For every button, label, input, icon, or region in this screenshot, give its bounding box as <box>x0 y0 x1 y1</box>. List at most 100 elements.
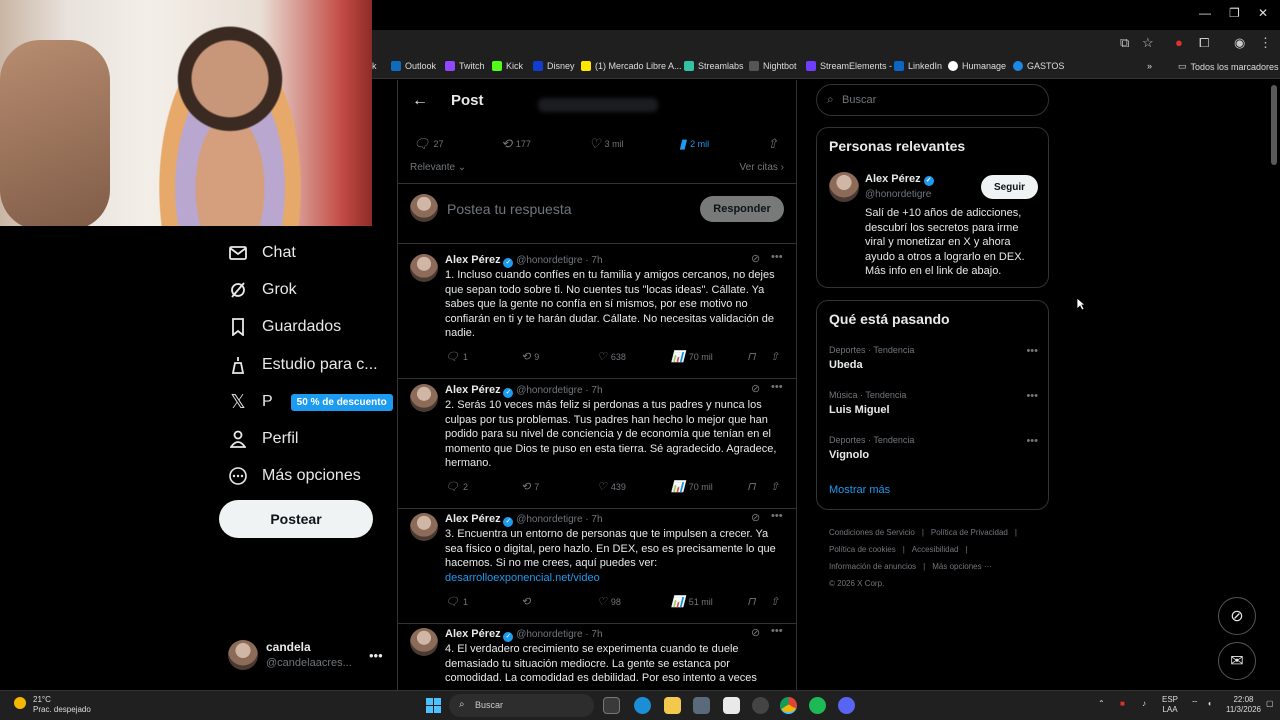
footer-link[interactable]: Condiciones de Servicio <box>829 524 915 541</box>
obs-icon[interactable] <box>752 697 769 714</box>
footer-link[interactable]: Más opciones ··· <box>932 558 992 575</box>
volume-icon[interactable]: ◖ <box>1207 699 1212 709</box>
bookmark-icon[interactable]: ⊓ <box>747 350 756 363</box>
bookmark-mercadolibre[interactable]: (1) Mercado Libre A... <box>581 61 682 71</box>
bookmark-kick[interactable]: Kick <box>492 61 523 71</box>
views-action[interactable]: 📊 70 mil <box>671 350 713 363</box>
grok-icon[interactable]: ⊘ <box>751 511 760 524</box>
bookmark-icon[interactable]: ⊓ <box>747 595 756 608</box>
trend-item[interactable]: Deportes · Tendencia Ubeda ••• <box>829 345 1038 371</box>
nav-more[interactable]: Más opciones <box>228 466 361 486</box>
like-count[interactable]: ♡ 3 mil <box>589 136 624 152</box>
minimize-icon[interactable]: — <box>1199 6 1211 20</box>
reply-action[interactable]: 🗨 2 <box>445 480 468 493</box>
maximize-icon[interactable]: ❐ <box>1229 6 1240 20</box>
nav-profile[interactable]: Perfil <box>228 429 298 449</box>
nav-bookmarks[interactable]: Guardados <box>228 317 341 337</box>
views-action[interactable]: 📊 70 mil <box>671 480 713 493</box>
sort-dropdown[interactable]: Relevante ⌄ <box>410 162 466 173</box>
edge-icon[interactable] <box>634 697 651 714</box>
search-input[interactable]: ⌕ Buscar <box>816 84 1049 116</box>
footer-link[interactable]: Política de cookies <box>829 541 896 558</box>
nav-studio[interactable]: Estudio para c... <box>228 355 378 375</box>
puzzle-icon[interactable]: ⧠ <box>1199 35 1209 51</box>
more-horizontal-icon[interactable]: ••• <box>1026 435 1038 447</box>
menu-icon[interactable]: ⋮ <box>1259 35 1272 51</box>
repost-action[interactable]: ⟲ 7 <box>521 480 539 493</box>
grok-icon[interactable]: ⊘ <box>751 382 760 395</box>
like-action[interactable]: ♡ 638 <box>597 350 626 363</box>
windows-start-icon[interactable] <box>426 698 441 713</box>
like-action[interactable]: ♡ 98 <box>597 595 621 608</box>
more-horizontal-icon[interactable]: ••• <box>1026 390 1038 402</box>
star-icon[interactable]: ☆ <box>1142 35 1154 51</box>
bookmark-streamlabs[interactable]: Streamlabs <box>684 61 744 71</box>
profile-icon[interactable]: ◉ <box>1234 35 1245 51</box>
share-icon[interactable]: ⇧ <box>770 480 779 493</box>
chevron-up-icon[interactable]: ⌃ <box>1098 699 1105 709</box>
more-horizontal-icon[interactable]: ••• <box>369 648 383 663</box>
close-icon[interactable]: ✕ <box>1258 6 1268 20</box>
reply-action[interactable]: 🗨 1 <box>445 350 468 363</box>
more-horizontal-icon[interactable]: ••• <box>771 251 783 263</box>
share-icon[interactable]: ⇧ <box>770 595 779 608</box>
notification-icon[interactable]: ▢ <box>1266 699 1274 709</box>
bookmark-streamelements[interactable]: StreamElements - <box>806 61 892 71</box>
follow-button[interactable]: Seguir <box>981 175 1038 199</box>
wifi-icon[interactable]: ⌔ <box>1191 699 1199 709</box>
extension-icon[interactable]: ● <box>1175 35 1183 50</box>
repost-action[interactable]: ⟲ 9 <box>521 350 539 363</box>
more-horizontal-icon[interactable]: ••• <box>771 625 783 637</box>
repost-action[interactable]: ⟲ <box>521 595 534 608</box>
bookmark-icon[interactable]: ⊓ <box>747 480 756 493</box>
post-button[interactable]: Postear <box>219 500 373 538</box>
clock[interactable]: 22:08 11/3/2026 <box>1226 695 1261 715</box>
account-switcher[interactable]: candela @candelaacres... ••• <box>228 640 388 680</box>
nav-grok[interactable]: Grok <box>228 280 297 300</box>
trend-item[interactable]: Música · Tendencia Luis Miguel ••• <box>829 390 1038 416</box>
discord-icon[interactable] <box>838 697 855 714</box>
grok-icon[interactable]: ⊘ <box>751 252 760 265</box>
footer-link[interactable]: Información de anuncios <box>829 558 916 575</box>
grok-icon[interactable]: ⊘ <box>751 626 760 639</box>
calculator-icon[interactable] <box>693 697 710 714</box>
grok-float-button[interactable]: ⊘ <box>1218 597 1256 635</box>
all-bookmarks[interactable]: ▭ Todos los marcadores <box>1178 61 1279 72</box>
like-action[interactable]: ♡ 439 <box>597 480 626 493</box>
share-icon[interactable]: ⇧ <box>767 136 778 152</box>
reply-button[interactable]: Responder <box>700 196 784 222</box>
repost-count[interactable]: ⟲ 177 <box>501 136 531 152</box>
microphone-icon[interactable]: ♪ <box>1142 699 1146 709</box>
bookmark[interactable]: k <box>372 61 377 71</box>
bookmark-humanage[interactable]: Humanage <box>948 61 1006 71</box>
file-explorer-icon[interactable] <box>664 697 681 714</box>
taskbar-search[interactable]: ⌕ Buscar <box>449 694 594 717</box>
tray-app-icon[interactable]: ■ <box>1120 699 1125 709</box>
footer-link[interactable]: Accesibilidad <box>912 541 959 558</box>
task-view-icon[interactable] <box>603 697 620 714</box>
more-horizontal-icon[interactable]: ••• <box>771 510 783 522</box>
bookmark-gastos[interactable]: GASTOS <box>1013 61 1064 71</box>
bookmark-nightbot[interactable]: Nightbot <box>749 61 797 71</box>
bookmark-linkedin[interactable]: LinkedIn <box>894 61 942 71</box>
more-horizontal-icon[interactable]: ••• <box>1026 345 1038 357</box>
avatar[interactable] <box>829 172 859 202</box>
messages-float-button[interactable]: ✉ <box>1218 642 1256 680</box>
views-action[interactable]: 📊 51 mil <box>671 595 713 608</box>
reply-action[interactable]: 🗨 1 <box>445 595 468 608</box>
nav-premium[interactable]: 𝕏 P 50 % de descuento <box>228 392 393 413</box>
bookmark-disney[interactable]: Disney <box>533 61 575 71</box>
reply-input[interactable]: Postea tu respuesta <box>447 201 572 217</box>
footer-link[interactable]: Política de Privacidad <box>931 524 1008 541</box>
chevron-right-icon[interactable]: » <box>1147 61 1152 71</box>
bookmark-count[interactable]: ▮ 2 mil <box>679 136 709 152</box>
quotes-link[interactable]: Ver citas › <box>740 162 784 173</box>
bookmark-twitch[interactable]: Twitch <box>445 61 485 71</box>
more-horizontal-icon[interactable]: ••• <box>771 381 783 393</box>
cast-icon[interactable]: ⧉ <box>1120 35 1129 51</box>
nav-chat[interactable]: Chat <box>228 243 296 263</box>
reply-count[interactable]: 🗨 27 <box>413 136 444 152</box>
bookmark-outlook[interactable]: Outlook <box>391 61 436 71</box>
trend-item[interactable]: Deportes · Tendencia Vignolo ••• <box>829 435 1038 461</box>
language-indicator[interactable]: ESP LAA <box>1162 695 1178 715</box>
